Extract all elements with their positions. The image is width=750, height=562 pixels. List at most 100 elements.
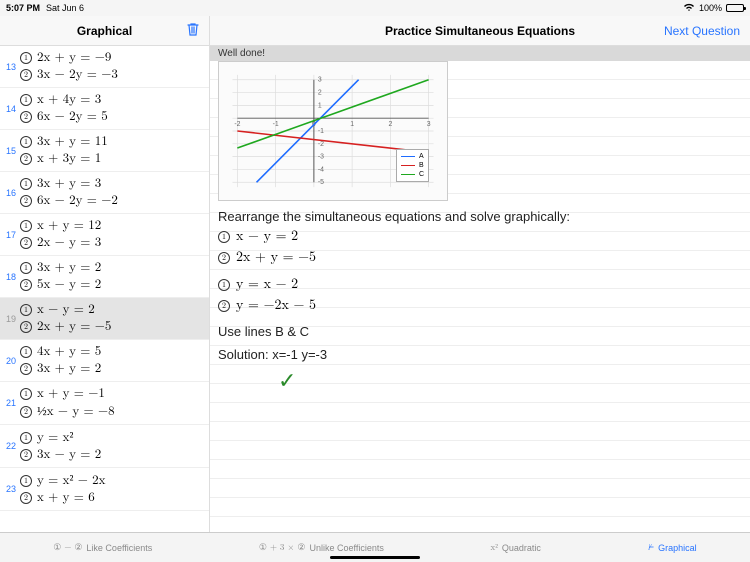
problem-eq-1: 1x − y = 2	[218, 226, 742, 247]
svg-text:-5: -5	[318, 179, 324, 186]
tab-icon: ⊭	[648, 542, 655, 553]
home-indicator	[330, 556, 420, 559]
content-pane: Practice Simultaneous Equations Next Que…	[210, 16, 750, 532]
problem-item-17[interactable]: 171x + y = 1222x − y = 3	[0, 214, 209, 256]
problem-item-21[interactable]: 211x + y = −12½x − y = −8	[0, 382, 209, 425]
eq-text: 5x − y = 2	[37, 277, 101, 293]
problem-item-23[interactable]: 231y = x² − 2x2x + y = 6	[0, 468, 209, 511]
problem-number: 14	[4, 104, 20, 114]
eq-text: x + y = 12	[37, 218, 101, 234]
problem-item-22[interactable]: 221y = x²23x − y = 2	[0, 425, 209, 468]
problem-item-13[interactable]: 1312x + y = −923x − 2y = −3	[0, 46, 209, 88]
eq-text: 2x + y = −5	[37, 319, 111, 335]
eq-text: 3x + y = 11	[37, 134, 108, 150]
svg-text:3: 3	[318, 77, 322, 84]
problem-number: 16	[4, 188, 20, 198]
status-bar: 5:07 PM Sat Jun 6 100%	[0, 0, 750, 16]
content-header: Practice Simultaneous Equations Next Que…	[210, 16, 750, 46]
eq-text: 4x + y = 5	[37, 344, 101, 360]
battery-icon	[726, 4, 744, 12]
tab-icon: ① − ②	[53, 542, 82, 553]
problem-number: 20	[4, 356, 20, 366]
eq-text: 2x + y = −9	[37, 50, 111, 66]
tab-unlike-coefficients[interactable]: ① + 3 × ②Unlike Coefficients	[259, 542, 384, 553]
eq-text: x + 3y = 1	[37, 151, 101, 167]
trash-icon[interactable]	[187, 22, 199, 39]
rearranged-eq-2: 2y = −2x − 5	[218, 295, 742, 316]
svg-text:-4: -4	[318, 166, 324, 173]
svg-text:-2: -2	[234, 121, 240, 128]
clock: 5:07 PM	[6, 3, 40, 13]
svg-text:2: 2	[388, 121, 392, 128]
problem-number: 22	[4, 441, 20, 451]
problem-number: 18	[4, 272, 20, 282]
page-title: Practice Simultaneous Equations	[385, 24, 575, 38]
svg-text:-2: -2	[318, 141, 324, 148]
problem-item-16[interactable]: 1613x + y = 326x − 2y = −2	[0, 172, 209, 214]
wifi-icon	[683, 3, 695, 14]
svg-text:-1: -1	[273, 121, 279, 128]
work-area: -2-10123-5-4-3-2-1123 ABC Rearrange the …	[210, 61, 750, 532]
rearranged-eq-1: 1y = x − 2	[218, 274, 742, 295]
problem-item-19[interactable]: 191x − y = 222x + y = −5	[0, 298, 209, 340]
tab-quadratic[interactable]: x² Quadratic	[490, 542, 540, 553]
sidebar: Graphical 1312x + y = −923x − 2y = −3141…	[0, 16, 210, 532]
svg-text:1: 1	[318, 102, 322, 109]
tab-icon: x²	[490, 542, 497, 553]
tab-label: Like Coefficients	[86, 543, 152, 553]
eq-text: y = x²	[37, 429, 73, 446]
problem-eq-2: 22x + y = −5	[218, 247, 742, 268]
eq-text: 3x + y = 2	[37, 260, 101, 276]
tab-graphical[interactable]: ⊭Graphical	[648, 542, 697, 553]
eq-text: 6x − 2y = −2	[37, 193, 118, 209]
svg-text:-1: -1	[318, 128, 324, 135]
status-date: Sat Jun 6	[46, 3, 84, 13]
problem-item-15[interactable]: 1513x + y = 112x + 3y = 1	[0, 130, 209, 172]
eq-text: x + y = 6	[37, 490, 95, 506]
legend: ABC	[396, 149, 429, 182]
svg-text:1: 1	[350, 121, 354, 128]
sidebar-title: Graphical	[77, 24, 132, 38]
eq-text: 3x + y = 2	[37, 361, 101, 377]
tab-label: Quadratic	[502, 543, 541, 553]
eq-text: 3x + y = 3	[37, 176, 101, 192]
legend-entry: B	[401, 161, 424, 170]
legend-entry: A	[401, 152, 424, 161]
graph: -2-10123-5-4-3-2-1123 ABC	[218, 61, 448, 201]
eq-text: y = x² − 2x	[37, 472, 105, 489]
legend-entry: C	[401, 170, 424, 179]
problem-item-14[interactable]: 141x + 4y = 326x − 2y = 5	[0, 88, 209, 130]
instruction-text: Rearrange the simultaneous equations and…	[218, 207, 742, 226]
problem-number: 15	[4, 146, 20, 156]
problem-number: 21	[4, 398, 20, 408]
problem-number: 17	[4, 230, 20, 240]
problem-item-18[interactable]: 1813x + y = 225x − y = 2	[0, 256, 209, 298]
svg-text:3: 3	[427, 121, 431, 128]
correct-check-icon: ✓	[278, 368, 742, 394]
problem-number: 23	[4, 484, 20, 494]
tab-label: Unlike Coefficients	[309, 543, 383, 553]
eq-text: x − y = 2	[37, 302, 95, 318]
eq-text: 2x − y = 3	[37, 235, 101, 251]
solution-line: Solution: x=-1 y=-3	[218, 345, 742, 364]
svg-text:2: 2	[318, 90, 322, 97]
eq-text: ½x − y = −8	[37, 403, 115, 420]
tab-icon: ① + 3 × ②	[259, 542, 306, 553]
sidebar-header: Graphical	[0, 16, 209, 46]
feedback-banner: Well done!	[210, 46, 750, 61]
banner-text: Well done!	[218, 48, 265, 59]
eq-text: x + 4y = 3	[37, 92, 101, 108]
problem-number: 13	[4, 62, 20, 72]
hint-line: Use lines B & C	[218, 322, 742, 341]
eq-text: 6x − 2y = 5	[37, 109, 108, 125]
next-question-button[interactable]: Next Question	[664, 24, 740, 38]
problem-list: 1312x + y = −923x − 2y = −3141x + 4y = 3…	[0, 46, 209, 532]
battery-pct: 100%	[699, 3, 722, 13]
tab-label: Graphical	[658, 543, 697, 553]
tab-like-coefficients[interactable]: ① − ② Like Coefficients	[53, 542, 152, 553]
svg-text:-3: -3	[318, 154, 324, 161]
eq-text: 3x − y = 2	[37, 447, 101, 463]
problem-item-20[interactable]: 2014x + y = 523x + y = 2	[0, 340, 209, 382]
eq-text: x + y = −1	[37, 386, 105, 402]
eq-text: 3x − 2y = −3	[37, 67, 118, 83]
